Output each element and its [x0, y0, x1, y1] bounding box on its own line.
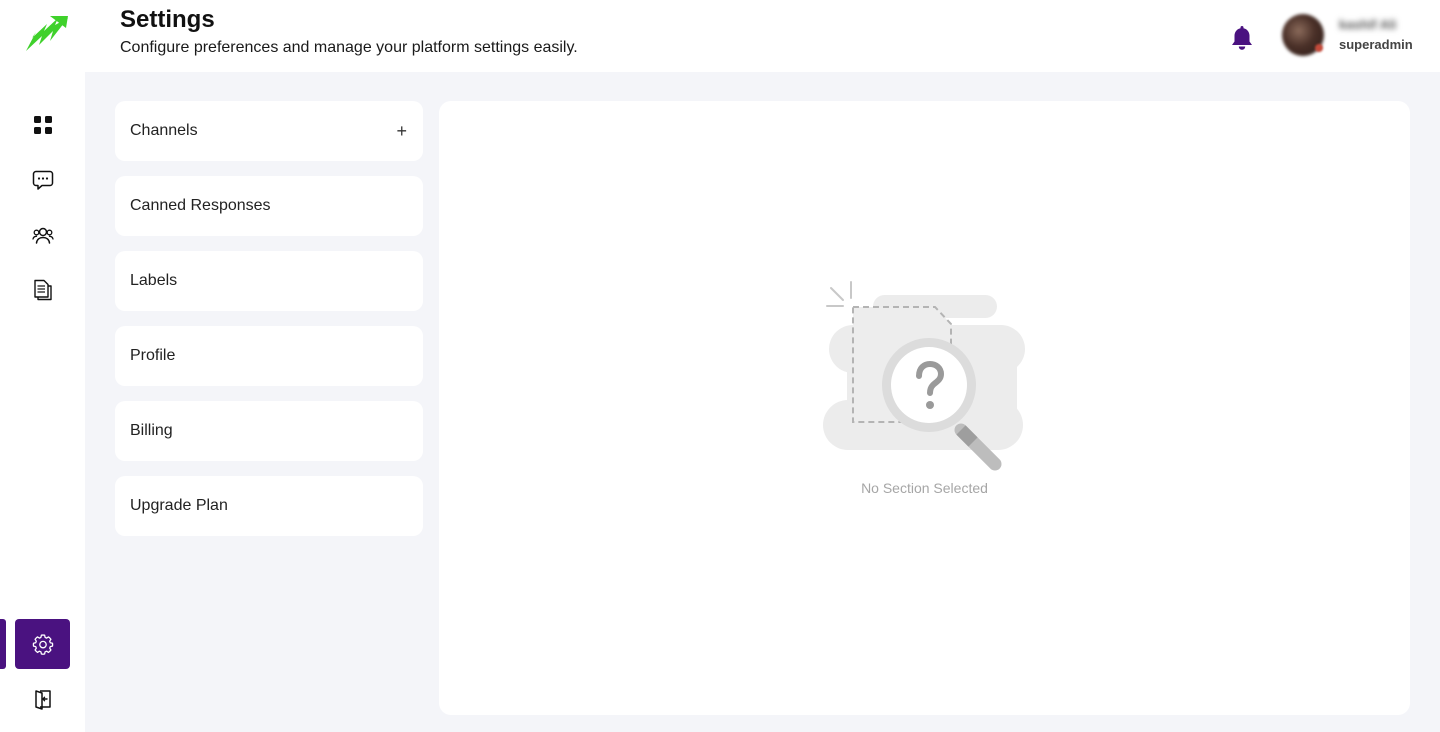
document-icon	[33, 279, 52, 301]
notification-bell-icon[interactable]	[1229, 24, 1255, 52]
settings-content: Channels + Canned Responses Labels Profi…	[85, 72, 1440, 732]
user-role: superadmin	[1339, 37, 1413, 52]
online-status-dot	[1315, 44, 1323, 52]
settings-menu-profile[interactable]: Profile	[115, 326, 423, 386]
settings-detail-panel: No Section Selected	[439, 101, 1410, 715]
sidebar-item-chats[interactable]	[15, 155, 70, 205]
sidebar-item-reports[interactable]	[15, 265, 70, 315]
menu-item-label: Profile	[130, 347, 176, 364]
settings-menu-channels[interactable]: Channels +	[115, 101, 423, 161]
settings-menu-canned-responses[interactable]: Canned Responses	[115, 176, 423, 236]
dashboard-grid-icon	[33, 116, 52, 134]
header: Settings Configure preferences and manag…	[85, 0, 1440, 72]
menu-item-label: Upgrade Plan	[130, 497, 228, 514]
sidebar	[0, 0, 85, 732]
users-icon	[31, 227, 54, 244]
chat-bubble-icon	[32, 170, 53, 190]
empty-state-text: No Section Selected	[861, 480, 988, 496]
active-indicator	[0, 619, 6, 669]
settings-menu-billing[interactable]: Billing	[115, 401, 423, 461]
sidebar-item-settings[interactable]	[15, 619, 70, 669]
menu-item-label: Billing	[130, 422, 173, 439]
menu-item-label: Canned Responses	[130, 197, 271, 214]
settings-menu-upgrade-plan[interactable]: Upgrade Plan	[115, 476, 423, 536]
settings-menu-labels[interactable]: Labels	[115, 251, 423, 311]
page-title: Settings	[120, 6, 215, 33]
app: Settings Configure preferences and manag…	[0, 0, 1440, 732]
menu-item-label: Channels	[130, 122, 198, 139]
gear-icon	[32, 634, 53, 655]
add-channel-plus-icon[interactable]: +	[396, 122, 407, 140]
sidebar-item-contacts[interactable]	[15, 210, 70, 260]
user-name: kashif Ali	[1339, 17, 1397, 32]
menu-item-label: Labels	[130, 272, 178, 289]
sidebar-item-logout[interactable]	[15, 674, 70, 724]
sidebar-item-dashboard[interactable]	[15, 100, 70, 150]
logo-icon[interactable]	[22, 14, 70, 56]
page-subtitle: Configure preferences and manage your pl…	[120, 39, 578, 56]
empty-state-magnifier-icon	[823, 280, 1033, 480]
logout-icon	[34, 690, 51, 710]
